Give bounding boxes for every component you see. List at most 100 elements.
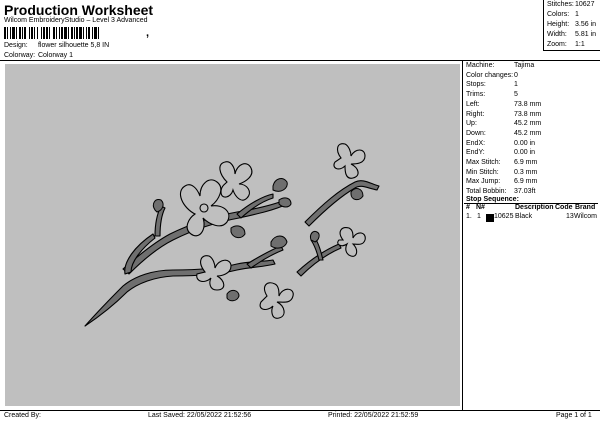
info-value: 45.2 mm xyxy=(514,120,542,128)
barcode-bar xyxy=(71,27,73,39)
divider xyxy=(462,60,463,410)
stat-height: Height: 3.56 in xyxy=(544,20,600,30)
barcode-bar xyxy=(53,27,55,39)
info-label: Right: xyxy=(466,110,485,118)
barcode-bar xyxy=(29,27,30,39)
stat-label: Colors: xyxy=(547,11,570,18)
barcode-bar xyxy=(22,27,23,39)
colorway-row: Colorway: Colorway 1 xyxy=(4,52,73,59)
stop-header-brand: Brand xyxy=(575,204,596,211)
info-row: Stops: 1 xyxy=(466,80,518,89)
barcode-bar xyxy=(49,27,50,39)
info-row: Trims: 5 xyxy=(466,90,518,99)
stats-box: Stitches:10627 Colors: 1 Height: 3.56 in W… xyxy=(543,0,600,51)
barcode-bar xyxy=(61,27,63,39)
info-row: Color changes:0 xyxy=(466,71,518,80)
info-row: Min Stitch: 0.3 mm xyxy=(466,168,537,177)
info-label: EndX: xyxy=(466,139,486,147)
last-saved: Last Saved: 22/05/2022 21:52:56 xyxy=(148,412,252,419)
info-value: 0.00 in xyxy=(514,139,536,147)
info-label: Stops: xyxy=(466,81,486,89)
stop-sequence-title: Stop Sequence: xyxy=(466,196,519,203)
bud-5 xyxy=(270,235,288,249)
info-label: Trims: xyxy=(466,91,486,99)
barcode-bar xyxy=(46,27,48,39)
info-value: 73.8 mm xyxy=(514,110,542,118)
info-label: Left: xyxy=(466,100,480,108)
barcode-bar xyxy=(31,27,33,39)
printed-date: Printed: 22/05/2022 21:52:59 xyxy=(328,412,419,419)
bud-8 xyxy=(226,289,240,302)
stat-label: Height: xyxy=(547,21,570,28)
info-row: Max Stitch: 6.9 mm xyxy=(466,158,537,167)
barcode-bar xyxy=(68,27,69,39)
stop-row-brand: Wilcom xyxy=(574,213,597,220)
stop-row-code: 13 xyxy=(566,213,574,220)
divider xyxy=(464,203,598,204)
barcode-bar xyxy=(94,27,97,39)
info-row: EndY: 0.00 in xyxy=(466,148,535,157)
created-by: Created By: xyxy=(4,412,41,419)
info-value: 6.9 mm xyxy=(514,178,538,186)
barcode-bar xyxy=(56,27,57,39)
barcode-bar xyxy=(64,27,67,39)
stat-label: Width: xyxy=(547,31,567,38)
flower-branch-artwork xyxy=(84,143,380,327)
stat-label: Zoom: xyxy=(547,41,567,48)
stop-header-num: # xyxy=(466,204,470,211)
design-preview xyxy=(5,64,460,406)
software-name: Wilcom EmbroideryStudio – Level 3 Advanc… xyxy=(4,17,148,24)
design-label: Design: xyxy=(4,42,28,49)
info-value: 5 xyxy=(514,91,518,99)
info-value: 0.00 in xyxy=(514,149,536,157)
bud-7 xyxy=(310,231,320,243)
stop-row-num: 1. xyxy=(466,213,472,220)
info-label: Max Stitch: xyxy=(466,159,501,166)
barcode-bar xyxy=(24,27,26,39)
flower-top-right xyxy=(333,143,366,179)
barcode-suffix: , xyxy=(146,27,150,39)
stat-label: Stitches: xyxy=(547,1,574,8)
info-value: 6.9 mm xyxy=(514,159,538,166)
info-label: Max Jump: xyxy=(466,178,501,186)
info-row: Total Bobbin: 37.03ft xyxy=(466,187,535,196)
thread-color-swatch xyxy=(486,214,494,222)
info-row: Right: 73.8 mm xyxy=(466,110,541,119)
bud-2 xyxy=(278,197,292,208)
bud-3 xyxy=(230,225,246,239)
barcode-bar xyxy=(4,27,6,39)
stop-row-needle: 1 xyxy=(477,213,481,220)
barcode-bar xyxy=(76,27,78,39)
divider xyxy=(0,410,600,411)
barcode-bar xyxy=(83,27,84,39)
info-row: EndX: 0.00 in xyxy=(466,139,535,148)
barcode-bar xyxy=(16,27,17,39)
design-value: flower silhouette 5,8 IN xyxy=(37,42,110,49)
stop-header-code: Code xyxy=(555,204,573,211)
branch-main xyxy=(84,259,276,327)
info-label: Machine: xyxy=(466,62,495,69)
stop-header-needle: N# xyxy=(476,204,485,211)
stat-value: 5.81 in xyxy=(575,31,597,38)
info-value: 0 xyxy=(514,71,518,79)
barcode-bar xyxy=(37,27,38,39)
info-row: Down: 45.2 mm xyxy=(466,129,541,138)
barcode-bar xyxy=(7,27,8,39)
stat-zoom: Zoom: 1:1 xyxy=(544,40,600,50)
page-number: Page 1 of 1 xyxy=(556,412,592,419)
flower-top xyxy=(219,161,253,201)
info-label: EndY: xyxy=(466,149,485,157)
barcode-bar xyxy=(92,27,93,39)
page-title: Production Worksheet xyxy=(4,2,154,18)
bud-6 xyxy=(350,188,364,201)
stat-value: 1 xyxy=(575,11,579,18)
stop-row-description: Black xyxy=(515,213,533,220)
info-row: Max Jump: 6.9 mm xyxy=(466,177,537,186)
info-label: Up: xyxy=(466,120,477,128)
barcode-bar xyxy=(12,27,15,39)
flower-bottom xyxy=(259,282,294,319)
stop-header-description: Description xyxy=(515,204,554,211)
colorway-label: Colorway: xyxy=(4,52,36,59)
stat-stitches: Stitches:10627 xyxy=(544,0,600,10)
barcode-bar xyxy=(79,27,82,39)
